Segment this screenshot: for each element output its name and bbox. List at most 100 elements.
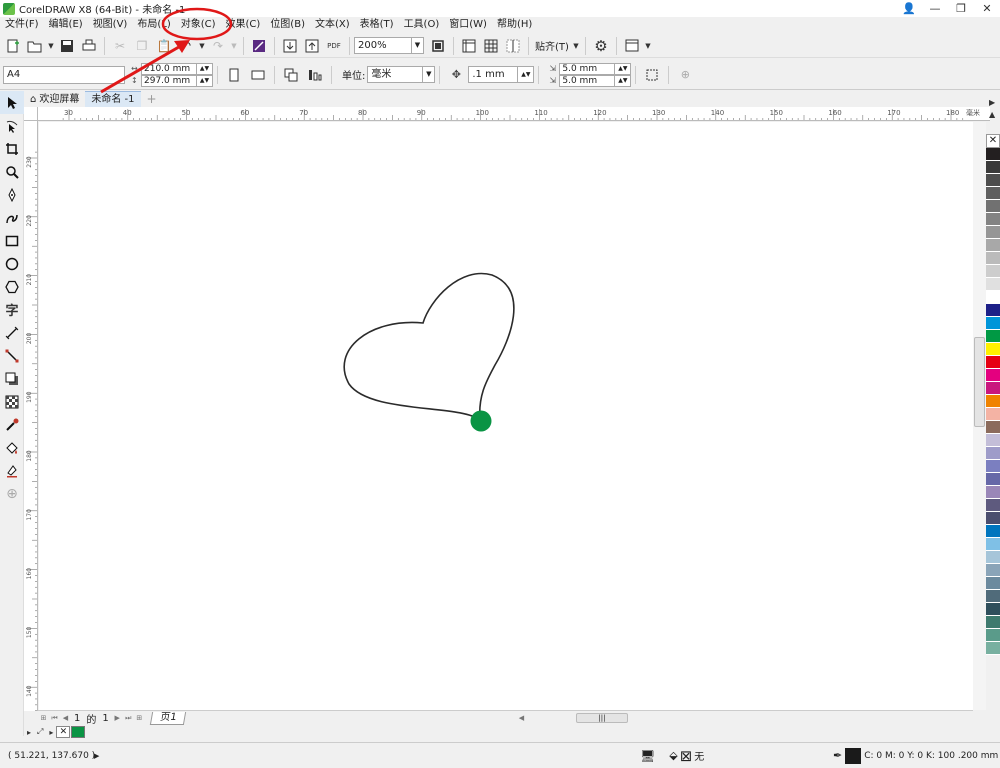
- page-size-select[interactable]: A4: [3, 65, 125, 84]
- full-screen-icon[interactable]: [428, 36, 448, 56]
- new-document-icon[interactable]: [3, 36, 23, 56]
- palette-swatch[interactable]: [986, 187, 1000, 200]
- polygon-tool-icon[interactable]: [0, 275, 24, 298]
- publish-pdf-icon[interactable]: PDF: [324, 36, 344, 56]
- palette-swatch[interactable]: [986, 642, 1000, 655]
- open-folder-icon[interactable]: [25, 36, 45, 56]
- menu-object[interactable]: 对象(C): [176, 17, 221, 33]
- horizontal-ruler[interactable]: 30 40 50 60 70 80 90 100 110 120 130 140 150 160 170 18…: [38, 107, 990, 121]
- redo-icon[interactable]: ↷: [208, 36, 228, 56]
- close-button[interactable]: ✕: [974, 0, 1000, 17]
- fill-indicator[interactable]: 🖥 ⬙ ⊠ 无: [640, 747, 704, 765]
- units-select[interactable]: 毫米: [367, 66, 424, 83]
- snap-to-label[interactable]: 贴齐(T): [533, 38, 571, 53]
- menu-window[interactable]: 窗口(W): [444, 17, 492, 33]
- vertical-ruler[interactable]: 230 220 210 200 190 180 170 160 150 140: [24, 121, 38, 711]
- landscape-icon[interactable]: [249, 66, 267, 84]
- palette-swatch[interactable]: [986, 499, 1000, 512]
- freehand-tool-icon[interactable]: [0, 183, 24, 206]
- transparency-tool-icon[interactable]: [0, 390, 24, 413]
- connector-tool-icon[interactable]: [0, 344, 24, 367]
- cut-icon[interactable]: ✂: [110, 36, 130, 56]
- artistic-media-tool-icon[interactable]: [0, 206, 24, 229]
- palette-swatch[interactable]: [986, 356, 1000, 369]
- open-dropdown-icon[interactable]: ▼: [47, 36, 55, 56]
- nudge-distance-field[interactable]: .1 mm: [468, 66, 519, 83]
- palette-swatch[interactable]: [986, 603, 1000, 616]
- palette-swatch[interactable]: [986, 538, 1000, 551]
- palette-swatch[interactable]: [986, 395, 1000, 408]
- crop-tool-icon[interactable]: [0, 137, 24, 160]
- first-page-icon[interactable]: ⏮: [49, 714, 60, 723]
- print-icon[interactable]: [79, 36, 99, 56]
- palette-swatch[interactable]: [986, 512, 1000, 525]
- palette-swatch[interactable]: [986, 278, 1000, 291]
- drawing-canvas[interactable]: [39, 122, 973, 710]
- document-no-color-swatch[interactable]: ✕: [56, 726, 71, 738]
- palette-swatch[interactable]: [986, 473, 1000, 486]
- height-spinner[interactable]: ▲▼: [197, 74, 213, 87]
- palette-swatch[interactable]: [986, 213, 1000, 226]
- menu-tools[interactable]: 工具(O): [399, 17, 445, 33]
- menu-text[interactable]: 文本(X): [310, 17, 355, 33]
- redo-dropdown-icon[interactable]: ▼: [230, 36, 238, 56]
- zoom-tool-icon[interactable]: [0, 160, 24, 183]
- palette-swatch[interactable]: [986, 447, 1000, 460]
- dup-x-spinner[interactable]: ▲▼: [615, 62, 632, 75]
- undo-dropdown-icon[interactable]: ▼: [198, 36, 206, 56]
- selected-node[interactable]: [470, 410, 492, 432]
- no-color-swatch[interactable]: ✕: [986, 134, 1000, 148]
- palette-swatch[interactable]: [986, 239, 1000, 252]
- vertical-scrollbar[interactable]: [973, 122, 986, 710]
- page-height-field[interactable]: 297.0 mm: [141, 74, 197, 87]
- heart-curve[interactable]: [343, 272, 515, 421]
- palette-scroll-arrows[interactable]: ▶ ▲: [989, 97, 995, 121]
- launcher-dropdown-icon[interactable]: ▼: [644, 36, 652, 56]
- next-page-icon[interactable]: ▶: [112, 714, 123, 722]
- account-icon[interactable]: 👤: [896, 0, 922, 17]
- horizontal-scrollbar[interactable]: ◀ |||: [516, 713, 971, 724]
- palette-swatch[interactable]: [986, 148, 1000, 161]
- scroll-left-icon[interactable]: ◀: [516, 714, 527, 722]
- document-color-settings-icon[interactable]: 🖥: [640, 749, 655, 763]
- document-palette-eyedropper-icon[interactable]: ⤢: [37, 727, 43, 737]
- tab-untitled-document[interactable]: 未命名 -1: [85, 91, 141, 107]
- page-tab-1[interactable]: 页1: [149, 711, 187, 725]
- add-page-after-icon[interactable]: ⊞: [134, 714, 145, 722]
- palette-swatch[interactable]: [986, 525, 1000, 538]
- vertical-scroll-thumb[interactable]: [974, 337, 985, 427]
- palette-swatch[interactable]: [986, 317, 1000, 330]
- menu-layout[interactable]: 布局(L): [132, 17, 175, 33]
- text-tool-icon[interactable]: 字: [0, 298, 24, 321]
- show-grid-icon[interactable]: [481, 36, 501, 56]
- palette-swatch[interactable]: [986, 265, 1000, 278]
- menu-table[interactable]: 表格(T): [355, 17, 399, 33]
- shape-tool-icon[interactable]: [0, 114, 24, 137]
- palette-swatch[interactable]: [986, 421, 1000, 434]
- palette-swatch[interactable]: [986, 616, 1000, 629]
- add-tab-icon[interactable]: +: [145, 93, 159, 107]
- menu-file[interactable]: 文件(F): [0, 17, 44, 33]
- options-gear-icon[interactable]: ⚙: [591, 36, 611, 56]
- eyedropper-tool-icon[interactable]: [0, 413, 24, 436]
- ruler-origin[interactable]: [24, 107, 38, 121]
- palette-swatch[interactable]: [986, 577, 1000, 590]
- all-pages-icon[interactable]: [282, 66, 300, 84]
- search-content-icon[interactable]: [249, 36, 269, 56]
- save-icon[interactable]: [57, 36, 77, 56]
- palette-swatch[interactable]: [986, 200, 1000, 213]
- palette-swatch[interactable]: [986, 174, 1000, 187]
- palette-swatch[interactable]: [986, 369, 1000, 382]
- undo-icon[interactable]: ↶: [176, 36, 196, 56]
- last-page-icon[interactable]: ⏭: [123, 714, 134, 723]
- document-palette-menu-icon[interactable]: ▸: [27, 728, 31, 737]
- minimize-button[interactable]: —: [922, 0, 948, 17]
- zoom-level-field[interactable]: 200%: [354, 37, 412, 54]
- copy-icon[interactable]: ❐: [132, 36, 152, 56]
- add-page-before-icon[interactable]: ⊞: [38, 714, 49, 722]
- menu-bitmaps[interactable]: 位图(B): [265, 17, 310, 33]
- palette-swatch[interactable]: [986, 408, 1000, 421]
- restore-button[interactable]: ❐: [948, 0, 974, 17]
- palette-swatch[interactable]: [986, 564, 1000, 577]
- add-tool-icon[interactable]: ⊕: [0, 482, 24, 505]
